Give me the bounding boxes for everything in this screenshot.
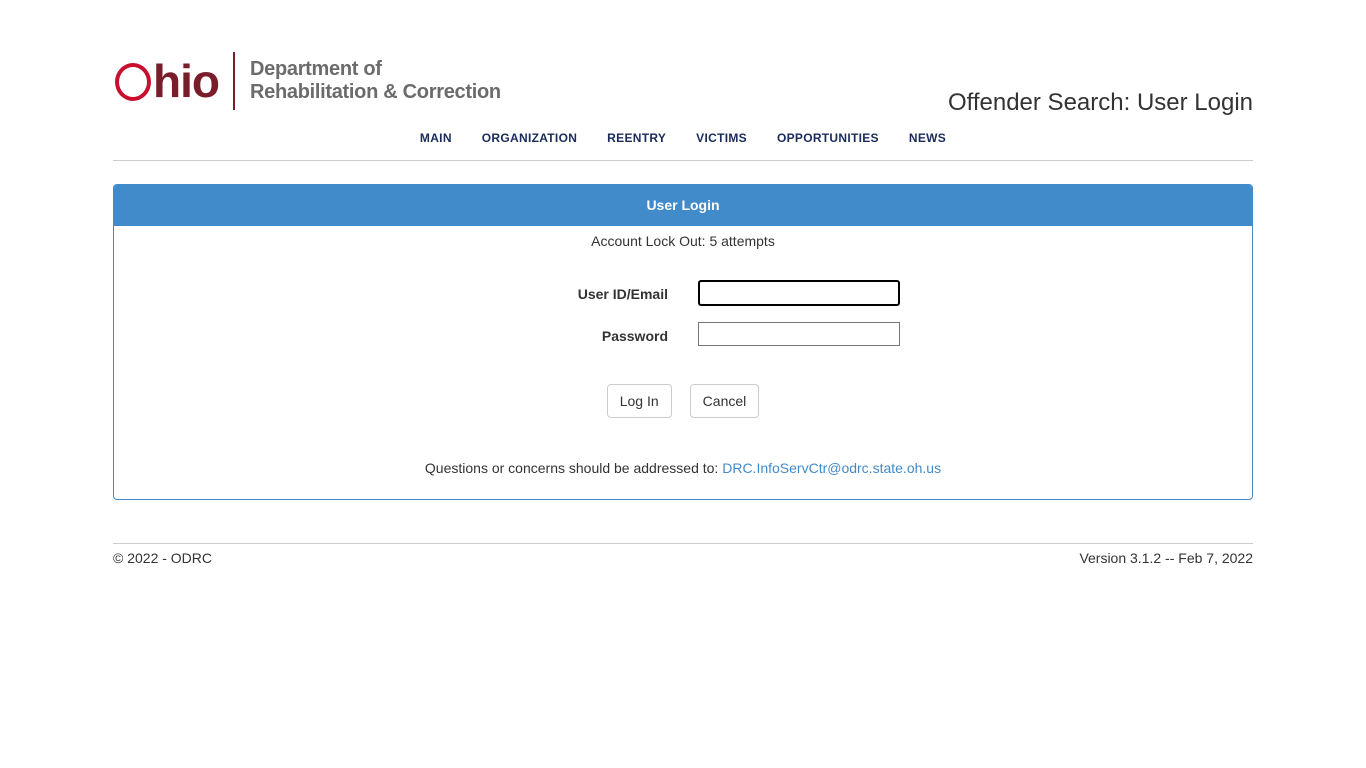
contact-text: Questions or concerns should be addresse… — [424, 460, 719, 476]
page-container: hio Department of Rehabilitation & Corre… — [113, 0, 1253, 566]
logo-divider — [232, 52, 235, 110]
ohio-o-ring-icon — [115, 63, 151, 101]
nav-item-main[interactable]: MAIN — [420, 131, 452, 145]
contact-email-link[interactable]: DRC.InfoServCtr@odrc.state.oh.us — [722, 460, 941, 476]
nav-item-reentry[interactable]: REENTRY — [607, 131, 666, 145]
user-id-input[interactable] — [698, 280, 900, 306]
form-buttons: Log In Cancel — [114, 384, 1252, 418]
site-header: hio Department of Rehabilitation & Corre… — [113, 0, 1253, 118]
ohio-wordmark-text: hio — [153, 55, 220, 107]
login-button[interactable]: Log In — [606, 384, 672, 418]
contact-line: Questions or concerns should be addresse… — [114, 460, 1252, 476]
page-title: Offender Search: User Login — [947, 89, 1253, 116]
login-panel-heading: User Login — [114, 185, 1252, 226]
footer-version: Version 3.1.2 -- Feb 7, 2022 — [1079, 550, 1253, 566]
odrc-logo[interactable]: hio Department of Rehabilitation & Corre… — [115, 52, 501, 110]
nav-item-organization[interactable]: ORGANIZATION — [482, 131, 577, 145]
site-footer: © 2022 - ODRC Version 3.1.2 -- Feb 7, 20… — [113, 550, 1253, 566]
footer-divider — [113, 543, 1253, 544]
user-id-row: User ID/Email — [114, 280, 1252, 306]
password-input[interactable] — [698, 322, 900, 346]
nav-item-opportunities[interactable]: OPPORTUNITIES — [777, 131, 879, 145]
cancel-button[interactable]: Cancel — [689, 384, 760, 418]
login-panel: User Login Account Lock Out: 5 attempts … — [113, 184, 1253, 500]
main-nav: MAIN ORGANIZATION REENTRY VICTIMS OPPORT… — [113, 118, 1253, 161]
lockout-notice: Account Lock Out: 5 attempts — [591, 233, 775, 249]
password-label: Password — [601, 328, 668, 344]
nav-item-news[interactable]: NEWS — [909, 131, 946, 145]
user-id-label: User ID/Email — [577, 286, 668, 302]
password-row: Password — [114, 322, 1252, 348]
logo-line-2: Rehabilitation & Correction — [249, 81, 501, 103]
nav-item-victims[interactable]: VICTIMS — [696, 131, 747, 145]
logo-line-1: Department of — [249, 58, 382, 80]
footer-copyright: © 2022 - ODRC — [113, 550, 213, 566]
logo-department-text: Department of Rehabilitation & Correctio… — [250, 58, 501, 104]
ohio-wordmark: hio — [115, 55, 220, 107]
